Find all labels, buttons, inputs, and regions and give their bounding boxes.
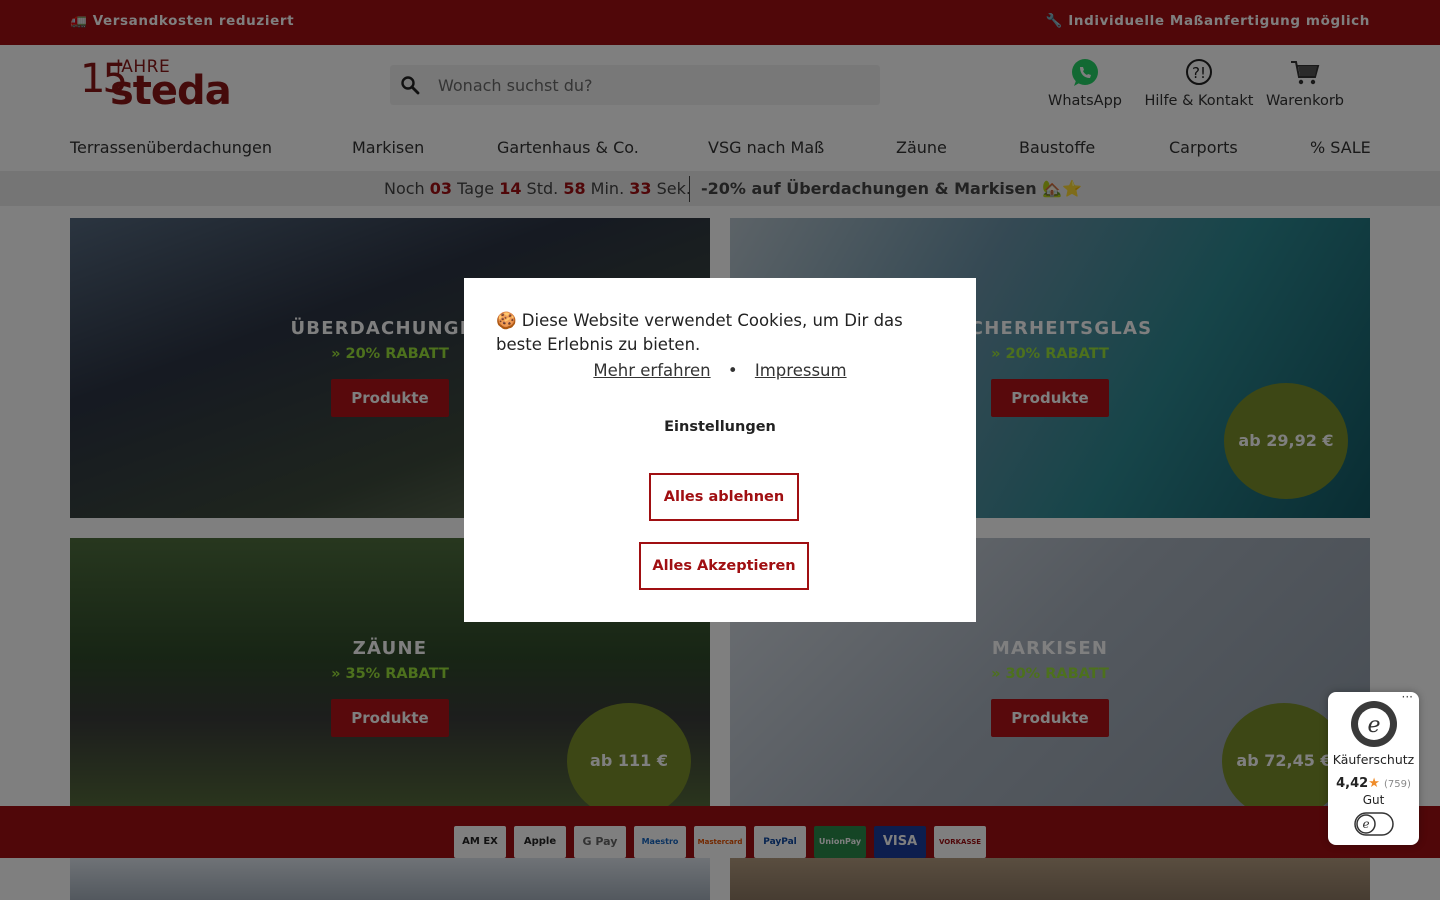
trusted-shops-badge[interactable]: ··· e Käuferschutz 4,42★ (759) Gut e — [1328, 690, 1419, 845]
svg-text:e: e — [1367, 713, 1380, 738]
star-icon: ★ — [1368, 776, 1380, 791]
learn-more-link[interactable]: Mehr erfahren — [593, 361, 710, 380]
rating-line: 4,42★ (759) — [1328, 776, 1419, 791]
rating-count: (759) — [1383, 779, 1411, 790]
buyer-protection-label: Käuferschutz — [1332, 752, 1415, 767]
accept-all-button[interactable]: Alles Akzeptieren — [639, 542, 809, 590]
impressum-link[interactable]: Impressum — [755, 361, 847, 380]
trusted-shops-seal-icon: e — [1351, 701, 1397, 747]
rating-score: 4,42 — [1336, 776, 1369, 791]
badge-menu-icon[interactable]: ··· — [1402, 690, 1413, 704]
svg-text:e: e — [1362, 817, 1369, 831]
cookie-message: 🍪 Diese Website verwendet Cookies, um Di… — [496, 311, 903, 354]
cookie-consent-dialog: 🍪 Diese Website verwendet Cookies, um Di… — [464, 278, 976, 622]
rating-grade: Gut — [1362, 793, 1385, 807]
badge-toggle-icon[interactable]: e — [1354, 812, 1394, 836]
reject-all-button[interactable]: Alles ablehnen — [649, 473, 799, 521]
cookie-settings-button[interactable]: Einstellungen — [464, 419, 976, 435]
link-separator: • — [727, 361, 738, 380]
cookie-links: Mehr erfahren • Impressum — [464, 361, 976, 380]
